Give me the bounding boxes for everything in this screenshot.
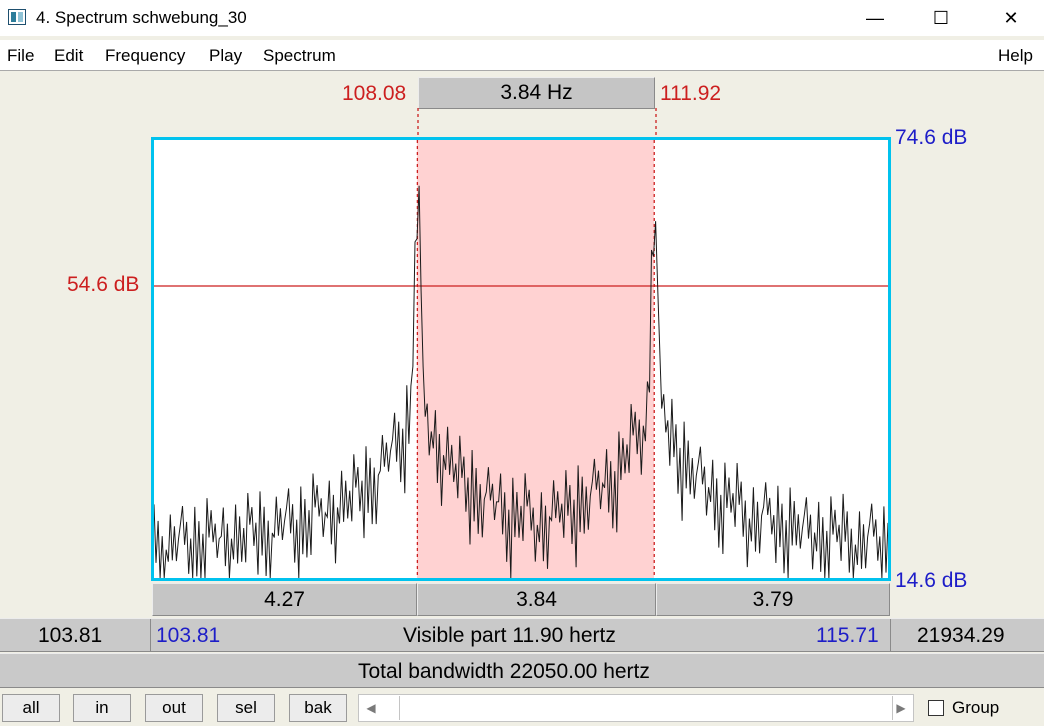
segment-right-text: 3.79 xyxy=(752,587,794,611)
total-bandwidth-label: Total bandwidth 22050.00 hertz xyxy=(358,660,650,683)
menu-file[interactable]: File xyxy=(7,46,34,66)
visible-start-value: 103.81 xyxy=(156,624,221,647)
menu-help[interactable]: Help xyxy=(998,46,1033,66)
segment-middle[interactable]: 3.84 xyxy=(417,583,656,616)
window-title: 4. Spectrum schwebung_30 xyxy=(36,8,247,27)
segment-left-text: 4.27 xyxy=(264,587,305,611)
segment-left[interactable]: 4.27 xyxy=(152,583,417,616)
window-start-value: 103.81 xyxy=(38,624,103,647)
app-icon xyxy=(8,9,26,25)
window-end-value: 21934.29 xyxy=(917,624,1005,647)
total-bandwidth-bar[interactable]: Total bandwidth 22050.00 hertz xyxy=(0,653,1044,688)
scroll-right-icon[interactable]: ▶ xyxy=(889,695,913,721)
menu-spectrum[interactable]: Spectrum xyxy=(263,46,336,66)
db-cursor-label: 54.6 dB xyxy=(67,273,140,296)
minimize-button[interactable]: — xyxy=(852,0,898,36)
segment-right[interactable]: 3.79 xyxy=(656,583,890,616)
selection-width-box[interactable]: 3.84 Hz xyxy=(418,77,655,109)
menu-play[interactable]: Play xyxy=(209,46,242,66)
maximize-icon: ☐ xyxy=(932,7,950,28)
zoom-out-button[interactable]: out xyxy=(145,694,203,722)
scroll-left-icon[interactable]: ◀ xyxy=(359,695,383,721)
scrollbar-thumb[interactable] xyxy=(399,696,893,720)
db-bottom-label: 14.6 dB xyxy=(895,569,968,592)
db-top-label: 74.6 dB xyxy=(895,126,968,149)
all-button[interactable]: all xyxy=(2,694,60,722)
menu-frequency[interactable]: Frequency xyxy=(105,46,185,66)
bottom-toolbar: all in out sel bak ◀ ▶ Group xyxy=(0,690,1044,726)
group-label: Group xyxy=(952,698,1000,717)
title-bar: 4. Spectrum schwebung_30 — ☐ ✕ xyxy=(0,0,1044,36)
zoom-back-button[interactable]: bak xyxy=(289,694,347,722)
horizontal-scrollbar[interactable]: ◀ ▶ xyxy=(358,694,914,722)
visible-part-bar[interactable]: 103.81 103.81 Visible part 11.90 hertz 1… xyxy=(0,618,1044,652)
spectrum-plot[interactable] xyxy=(151,137,891,581)
selection-width-text: 3.84 Hz xyxy=(500,81,573,104)
zoom-in-button[interactable]: in xyxy=(73,694,131,722)
group-checkbox[interactable] xyxy=(928,700,944,716)
spectrum-trace xyxy=(154,185,888,578)
close-icon: ✕ xyxy=(1003,7,1019,28)
menu-edit[interactable]: Edit xyxy=(54,46,83,66)
menu-bar: File Edit Frequency Play Spectrum Help xyxy=(0,40,1044,71)
minimize-icon: — xyxy=(866,7,884,28)
spectrum-svg xyxy=(154,140,888,578)
selection-end-label: 111.92 xyxy=(660,82,722,105)
visible-part-label: Visible part 11.90 hertz xyxy=(403,624,616,647)
close-button[interactable]: ✕ xyxy=(988,0,1034,36)
visible-end-value: 115.71 xyxy=(816,624,879,647)
segment-middle-text: 3.84 xyxy=(516,587,557,611)
selection-start-label: 108.08 xyxy=(342,82,407,105)
zoom-selection-button[interactable]: sel xyxy=(217,694,275,722)
maximize-button[interactable]: ☐ xyxy=(918,0,964,36)
